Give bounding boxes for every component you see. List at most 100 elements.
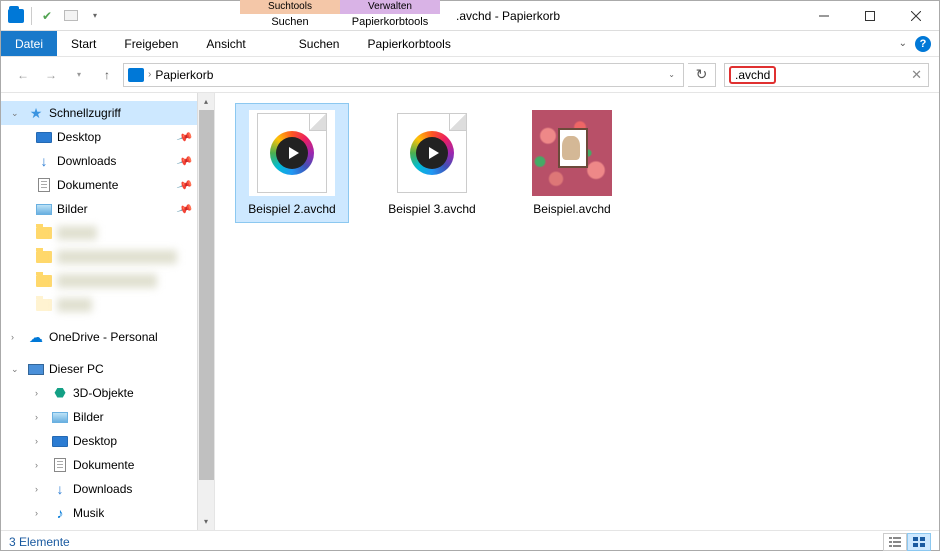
music-icon: ♪ [51, 505, 69, 521]
chevron-down-icon[interactable]: ⌄ [11, 108, 23, 119]
sidebar-item-pinned-1[interactable] [1, 221, 214, 245]
status-bar: 3 Elemente [1, 530, 939, 552]
desktop-icon [35, 129, 53, 145]
folder-icon [35, 249, 53, 265]
search-input[interactable]: .avchd ✕ [724, 63, 929, 87]
play-icon [270, 131, 314, 175]
nav-back-button[interactable]: ← [11, 63, 35, 87]
chevron-right-icon[interactable]: › [35, 412, 47, 422]
nav-forward-button[interactable]: → [39, 63, 63, 87]
scrollbar-thumb[interactable] [199, 110, 214, 480]
sidebar-item-documents[interactable]: Dokumente 📌 [1, 173, 214, 197]
sidebar-item-pinned-4[interactable] [1, 293, 214, 317]
qa-customize-dropdown[interactable]: ▾ [84, 5, 106, 27]
view-details-button[interactable] [883, 533, 907, 551]
qa-new-folder-icon[interactable] [60, 5, 82, 27]
chevron-right-icon[interactable]: › [35, 484, 47, 494]
file-label: Beispiel 2.avchd [244, 200, 339, 222]
chevron-right-icon[interactable]: › [148, 69, 151, 80]
document-icon [51, 457, 69, 473]
downloads-icon: ↓ [35, 153, 53, 169]
search-text-highlight: .avchd [729, 66, 776, 84]
view-thumbnails-button[interactable] [907, 533, 931, 551]
sidebar-scrollbar[interactable]: ▴ ▾ [197, 93, 214, 530]
close-button[interactable] [893, 1, 939, 31]
pictures-icon [51, 409, 69, 425]
pin-icon: 📌 [176, 176, 194, 194]
downloads-icon: ↓ [51, 481, 69, 497]
sidebar-item-quick-access[interactable]: ⌄ ★ Schnellzugriff [1, 101, 214, 125]
app-icon[interactable] [5, 5, 27, 27]
titlebar: ✔ ▾ Suchtools Suchen Verwalten Papierkor… [1, 1, 939, 31]
chevron-right-icon[interactable]: › [35, 388, 47, 398]
navigation-bar: ← → ▾ ↑ › Papierkorb ⌄ ↻ .avchd ✕ [1, 57, 939, 93]
minimize-button[interactable] [801, 1, 847, 31]
quick-access-toolbar: ✔ ▾ [1, 1, 110, 30]
image-thumbnail [532, 110, 612, 196]
sidebar-item-pictures[interactable]: Bilder 📌 [1, 197, 214, 221]
chevron-right-icon[interactable]: › [35, 508, 47, 518]
document-icon [35, 177, 53, 193]
chevron-down-icon[interactable]: ⌄ [11, 364, 23, 375]
desktop-icon [51, 433, 69, 449]
sidebar-item-downloads[interactable]: ↓ Downloads 📌 [1, 149, 214, 173]
file-label: Beispiel 3.avchd [384, 200, 479, 222]
sidebar-item-pc-documents[interactable]: › Dokumente [1, 453, 214, 477]
nav-recent-dropdown[interactable]: ▾ [67, 63, 91, 87]
sidebar-item-pc-pictures[interactable]: › Bilder [1, 405, 214, 429]
window-title: .avchd - Papierkorb [440, 1, 801, 30]
folder-icon [35, 297, 53, 313]
context-tab-recycle[interactable]: Verwalten Papierkorbtools [340, 1, 440, 30]
sidebar-item-pinned-2[interactable] [1, 245, 214, 269]
file-label: Beispiel.avchd [529, 200, 614, 222]
qa-properties-icon[interactable]: ✔ [36, 5, 58, 27]
address-bar[interactable]: › Papierkorb ⌄ [123, 63, 684, 87]
sidebar-item-pc-desktop[interactable]: › Desktop [1, 429, 214, 453]
file-view[interactable]: Beispiel 2.avchd Beispiel 3.avchd Beispi… [215, 93, 939, 530]
file-tile[interactable]: Beispiel 2.avchd [235, 103, 349, 223]
ribbon-tab-recycletools[interactable]: Papierkorbtools [353, 31, 464, 56]
context-tabs: Suchtools Suchen Verwalten Papierkorbtoo… [240, 1, 440, 30]
ribbon-tab-share[interactable]: Freigeben [110, 31, 192, 56]
breadcrumb[interactable]: Papierkorb [155, 68, 213, 82]
sidebar-item-pc-music[interactable]: › ♪ Musik [1, 501, 214, 525]
refresh-button[interactable]: ↻ [688, 63, 716, 87]
nav-up-button[interactable]: ↑ [95, 63, 119, 87]
address-root-icon[interactable] [128, 68, 144, 82]
pictures-icon [35, 201, 53, 217]
context-tab-search[interactable]: Suchtools Suchen [240, 1, 340, 30]
folder-icon [35, 273, 53, 289]
folder-icon [35, 225, 53, 241]
clear-search-icon[interactable]: ✕ [911, 67, 922, 83]
ribbon-tab-start[interactable]: Start [57, 31, 110, 56]
ribbon-tab-search[interactable]: Suchen [285, 31, 354, 56]
sidebar-item-this-pc[interactable]: ⌄ Dieser PC [1, 357, 214, 381]
ribbon-expand-icon[interactable]: ⌄ [899, 38, 907, 49]
scroll-up-icon[interactable]: ▴ [198, 93, 214, 110]
star-icon: ★ [27, 105, 45, 121]
ribbon-tab-view[interactable]: Ansicht [192, 31, 259, 56]
pin-icon: 📌 [176, 152, 194, 170]
file-tile[interactable]: Beispiel.avchd [515, 103, 629, 223]
maximize-button[interactable] [847, 1, 893, 31]
help-icon[interactable]: ? [915, 36, 931, 52]
sidebar-item-onedrive[interactable]: › ☁ OneDrive - Personal [1, 325, 214, 349]
chevron-right-icon[interactable]: › [35, 436, 47, 446]
navigation-tree: ⌄ ★ Schnellzugriff Desktop 📌 ↓ Downloads… [1, 93, 215, 530]
address-history-dropdown[interactable]: ⌄ [664, 70, 679, 79]
file-tile[interactable]: Beispiel 3.avchd [375, 103, 489, 223]
view-toggle [883, 533, 931, 551]
sidebar-item-pc-downloads[interactable]: › ↓ Downloads [1, 477, 214, 501]
sidebar-item-3d-objects[interactable]: › ⬣ 3D-Objekte [1, 381, 214, 405]
pc-icon [27, 361, 45, 377]
sidebar-item-pinned-3[interactable] [1, 269, 214, 293]
sidebar-item-desktop[interactable]: Desktop 📌 [1, 125, 214, 149]
pin-icon: 📌 [176, 128, 194, 146]
chevron-right-icon[interactable]: › [35, 460, 47, 470]
cloud-icon: ☁ [27, 329, 45, 345]
scroll-down-icon[interactable]: ▾ [198, 513, 214, 530]
play-icon [410, 131, 454, 175]
status-text: 3 Elemente [9, 535, 70, 549]
ribbon-tab-file[interactable]: Datei [1, 31, 57, 56]
chevron-right-icon[interactable]: › [11, 332, 23, 342]
